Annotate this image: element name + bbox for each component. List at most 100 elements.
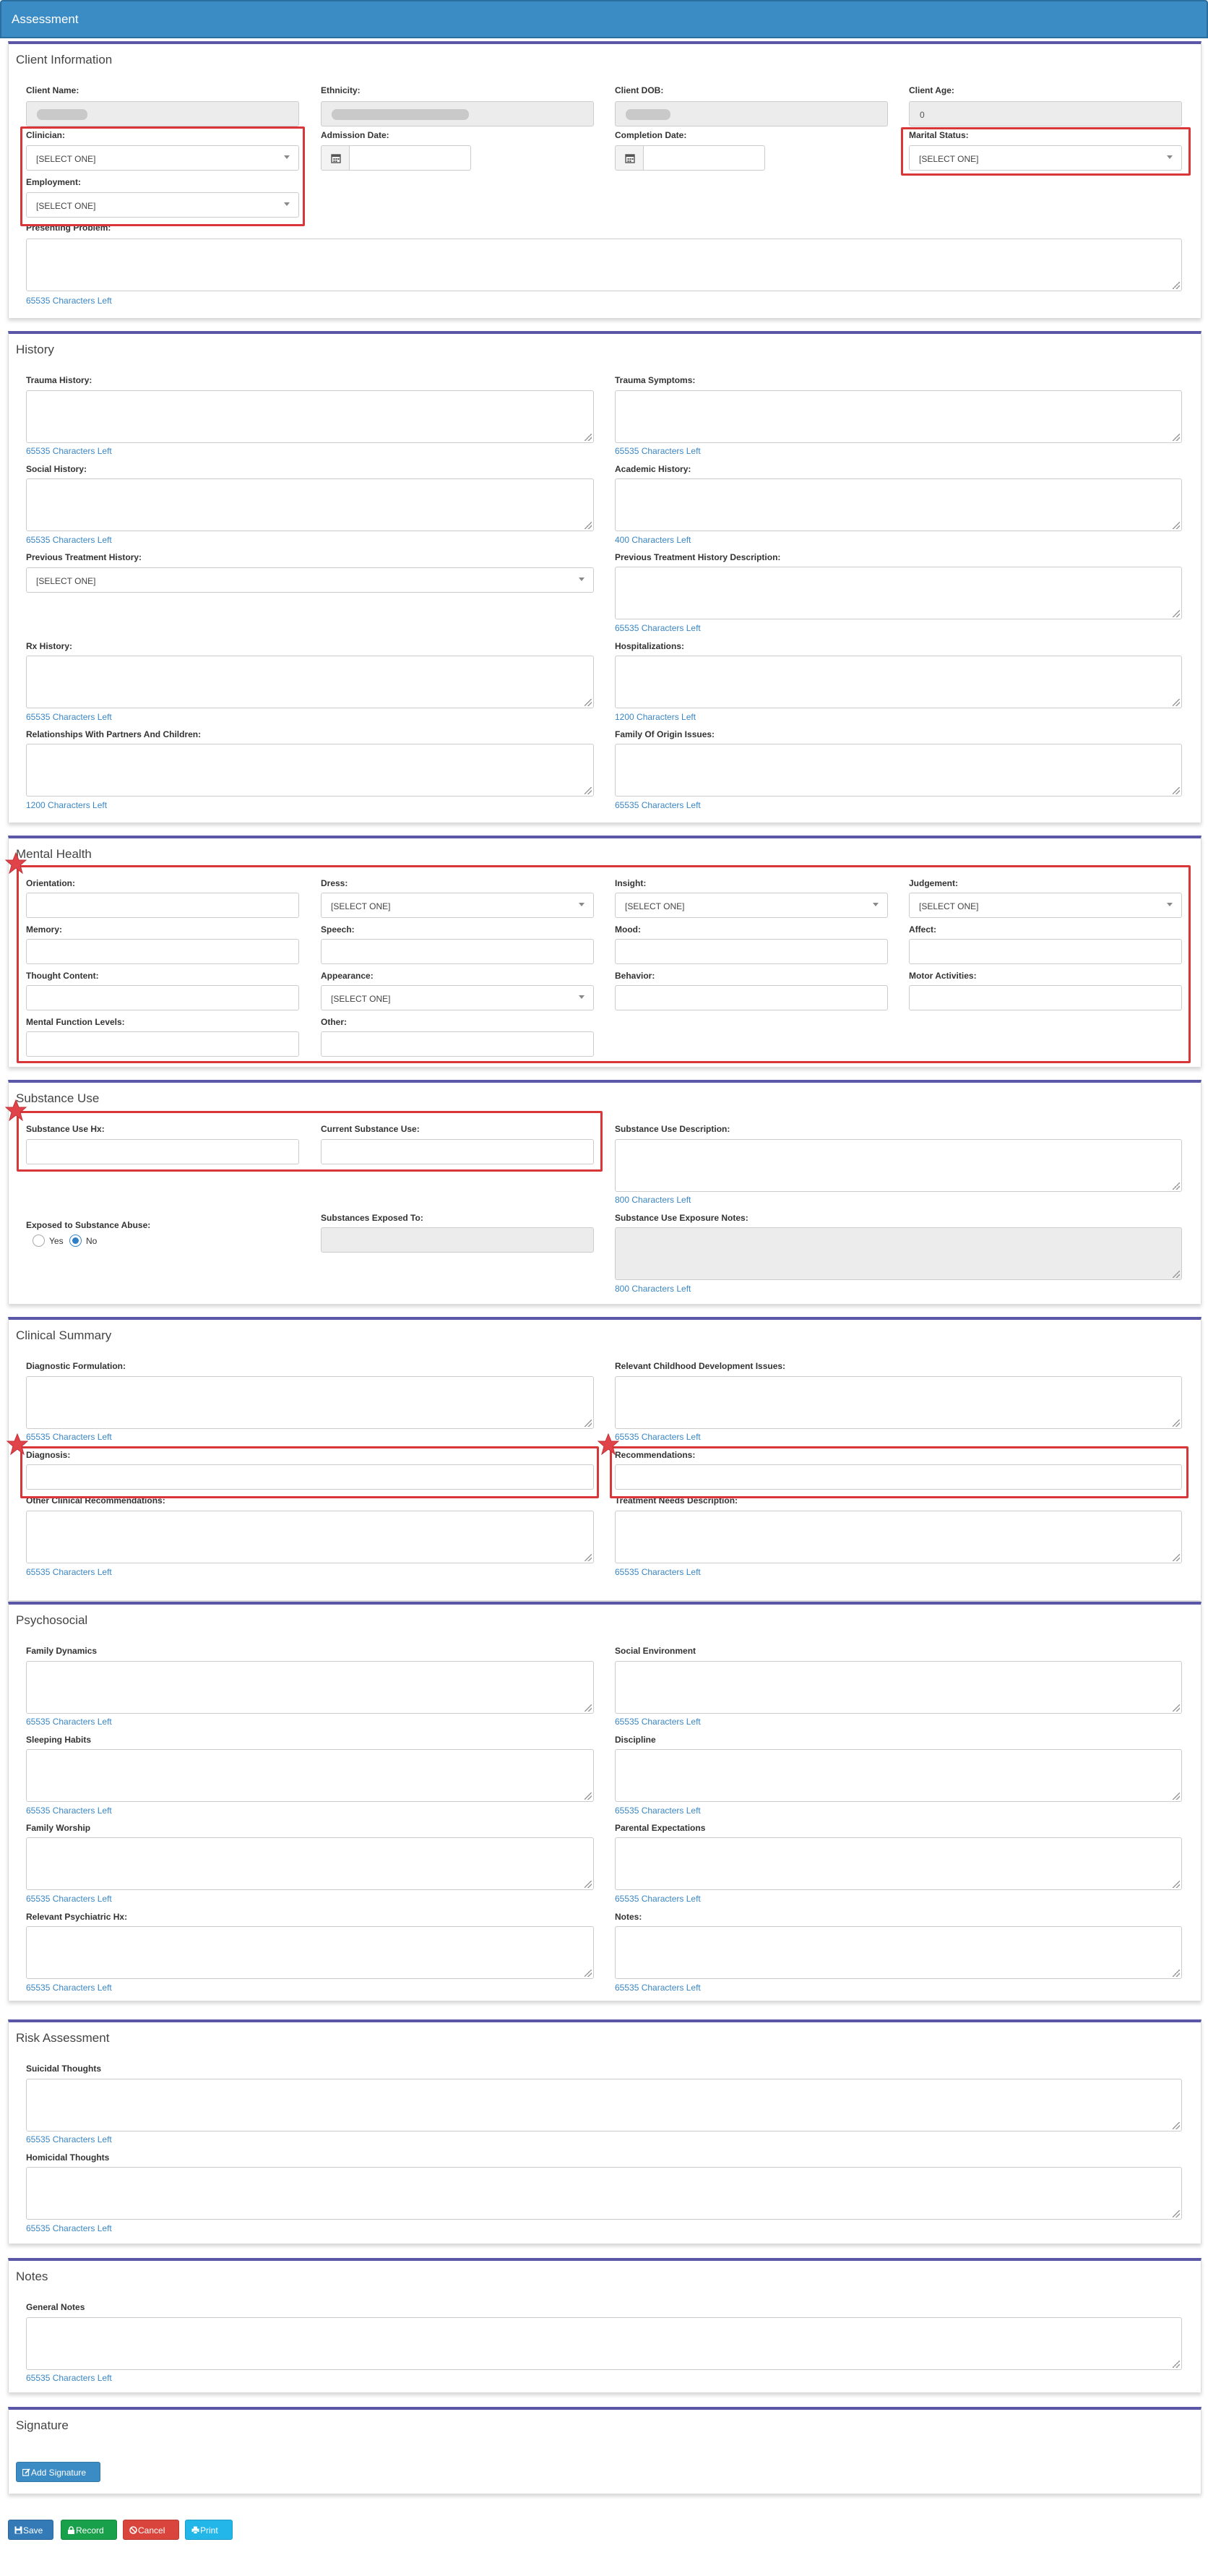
exposure-notes-textarea[interactable]: [615, 1227, 1182, 1280]
family-of-origin-textarea[interactable]: [615, 744, 1182, 797]
resize-handle-icon[interactable]: [1173, 610, 1180, 617]
speech-input[interactable]: [321, 939, 594, 964]
psychiatric-hx-textarea[interactable]: [26, 1926, 594, 1979]
resize-handle-icon[interactable]: [1173, 1970, 1180, 1977]
calendar-icon[interactable]: [321, 145, 350, 171]
appearance-select[interactable]: [SELECT ONE]: [321, 985, 594, 1010]
resize-handle-icon[interactable]: [1173, 1704, 1180, 1712]
substance-use-hx-input[interactable]: [26, 1139, 299, 1164]
exposed-no-radio[interactable]: [69, 1235, 82, 1247]
admission-date-picker[interactable]: [321, 145, 471, 171]
relationships-counter: 1200 Characters Left: [26, 800, 108, 810]
resize-handle-icon[interactable]: [584, 1704, 592, 1712]
presenting-problem-textarea[interactable]: [26, 239, 1182, 291]
other-input[interactable]: [321, 1031, 594, 1057]
rx-history-label: Rx History:: [26, 641, 73, 651]
resize-handle-icon[interactable]: [1173, 1881, 1180, 1888]
insight-select[interactable]: [SELECT ONE]: [615, 893, 888, 918]
orientation-input[interactable]: [26, 893, 299, 918]
marital-status-select[interactable]: [SELECT ONE]: [909, 145, 1182, 171]
diagnostic-formulation-textarea[interactable]: [26, 1376, 594, 1429]
diagnosis-input[interactable]: [26, 1464, 594, 1490]
resize-handle-icon[interactable]: [584, 1970, 592, 1977]
resize-handle-icon[interactable]: [584, 699, 592, 706]
mood-input[interactable]: [615, 939, 888, 964]
parental-expectations-textarea[interactable]: [615, 1837, 1182, 1890]
social-history-textarea[interactable]: [26, 478, 594, 531]
substance-use-description-label: Substance Use Description:: [615, 1124, 730, 1134]
page-title: Assessment: [12, 12, 79, 26]
exposed-yes-label[interactable]: Yes: [49, 1236, 64, 1246]
resize-handle-icon[interactable]: [1173, 2122, 1180, 2129]
social-environment-textarea[interactable]: [615, 1661, 1182, 1714]
resize-handle-icon[interactable]: [1173, 2361, 1180, 2368]
current-substance-use-input[interactable]: [321, 1139, 594, 1164]
relationships-textarea[interactable]: [26, 744, 594, 797]
resize-handle-icon[interactable]: [584, 1881, 592, 1888]
previous-treatment-description-textarea[interactable]: [615, 567, 1182, 619]
resize-handle-icon[interactable]: [1173, 1420, 1180, 1427]
dress-select[interactable]: [SELECT ONE]: [321, 893, 594, 918]
rx-history-textarea[interactable]: [26, 656, 594, 708]
resize-handle-icon[interactable]: [1173, 1271, 1180, 1278]
completion-date-label: Completion Date:: [615, 130, 687, 140]
mental-function-levels-input[interactable]: [26, 1031, 299, 1057]
behavior-input[interactable]: [615, 985, 888, 1010]
discipline-textarea[interactable]: [615, 1749, 1182, 1802]
resize-handle-icon[interactable]: [1173, 1182, 1180, 1190]
academic-history-textarea[interactable]: [615, 478, 1182, 531]
substance-use-description-textarea[interactable]: [615, 1139, 1182, 1192]
resize-handle-icon[interactable]: [1173, 699, 1180, 706]
sleeping-habits-textarea[interactable]: [26, 1749, 594, 1802]
affect-input[interactable]: [909, 939, 1182, 964]
substances-exposed-to-input[interactable]: [321, 1227, 594, 1253]
resize-handle-icon[interactable]: [1173, 434, 1180, 441]
motor-activities-input[interactable]: [909, 985, 1182, 1010]
trauma-history-textarea[interactable]: [26, 390, 594, 443]
family-worship-textarea[interactable]: [26, 1837, 594, 1890]
resize-handle-icon[interactable]: [1173, 1793, 1180, 1800]
completion-date-picker[interactable]: [615, 145, 765, 171]
cancel-button[interactable]: Cancel: [123, 2520, 179, 2540]
exposed-no-label[interactable]: No: [86, 1236, 97, 1246]
resize-handle-icon[interactable]: [584, 434, 592, 441]
suicidal-thoughts-textarea[interactable]: [26, 2079, 1182, 2131]
thought-content-input[interactable]: [26, 985, 299, 1010]
other-clinical-textarea[interactable]: [26, 1511, 594, 1563]
notes-textarea[interactable]: [615, 1926, 1182, 1979]
completion-date-input[interactable]: [643, 145, 765, 171]
resize-handle-icon[interactable]: [584, 1554, 592, 1561]
hospitalizations-textarea[interactable]: [615, 656, 1182, 708]
resize-handle-icon[interactable]: [1173, 1554, 1180, 1561]
trauma-symptoms-textarea[interactable]: [615, 390, 1182, 443]
recommendations-input[interactable]: [615, 1464, 1182, 1490]
resize-handle-icon[interactable]: [1173, 787, 1180, 794]
save-button[interactable]: Save: [8, 2520, 53, 2540]
record-button[interactable]: Record: [61, 2520, 117, 2540]
judgement-select[interactable]: [SELECT ONE]: [909, 893, 1182, 918]
resize-handle-icon[interactable]: [1173, 2210, 1180, 2217]
employment-select[interactable]: [SELECT ONE]: [26, 192, 299, 218]
family-dynamics-textarea[interactable]: [26, 1661, 594, 1714]
clinician-select[interactable]: [SELECT ONE]: [26, 145, 299, 171]
childhood-development-textarea[interactable]: [615, 1376, 1182, 1429]
trauma-symptoms-label: Trauma Symptoms:: [615, 375, 696, 385]
homicidal-thoughts-textarea[interactable]: [26, 2167, 1182, 2220]
previous-treatment-history-select[interactable]: [SELECT ONE]: [26, 567, 594, 593]
resize-handle-icon[interactable]: [584, 522, 592, 529]
treatment-needs-textarea[interactable]: [615, 1511, 1182, 1563]
diagnostic-formulation-counter: 65535 Characters Left: [26, 1432, 112, 1442]
general-notes-textarea[interactable]: [26, 2317, 1182, 2370]
calendar-icon[interactable]: [615, 145, 644, 171]
exposed-yes-radio[interactable]: [33, 1235, 45, 1247]
resize-handle-icon[interactable]: [584, 787, 592, 794]
add-signature-button[interactable]: Add Signature: [16, 2462, 100, 2482]
resize-handle-icon[interactable]: [1173, 282, 1180, 289]
print-button[interactable]: Print: [185, 2520, 233, 2540]
admission-date-input[interactable]: [349, 145, 471, 171]
memory-input[interactable]: [26, 939, 299, 964]
resize-handle-icon[interactable]: [584, 1793, 592, 1800]
resize-handle-icon[interactable]: [584, 1420, 592, 1427]
resize-handle-icon[interactable]: [1173, 522, 1180, 529]
hospitalizations-label: Hospitalizations:: [615, 641, 685, 651]
